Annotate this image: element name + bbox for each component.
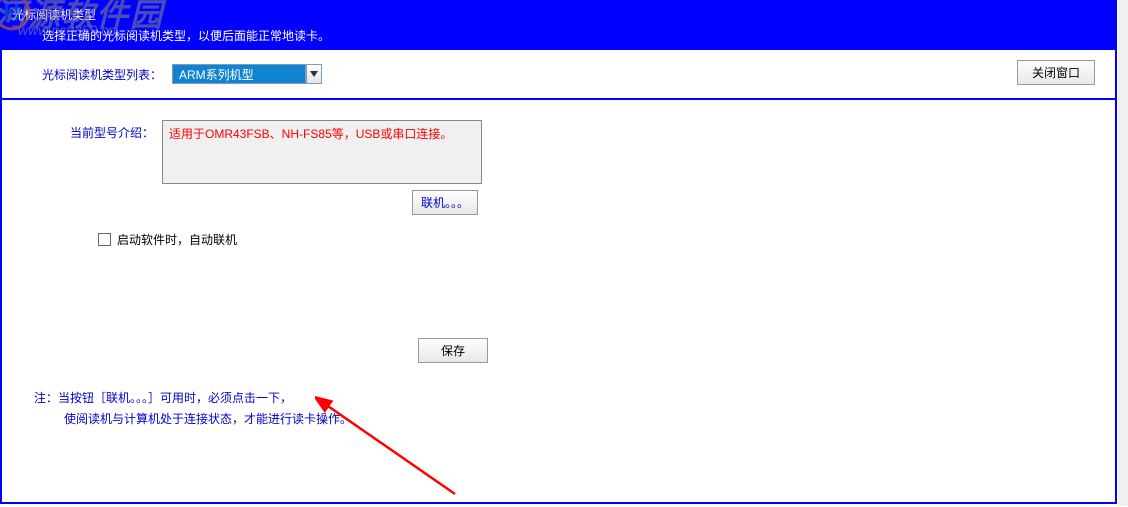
reader-type-label: 光标阅读机类型列表： bbox=[42, 66, 162, 83]
dropdown-selected-value: ARM系列机型 bbox=[172, 64, 306, 84]
auto-connect-row: 启动软件时，自动联机 bbox=[98, 231, 1105, 248]
note-line-1: 注：当按钮［联机。。。］可用时，必须点击一下， bbox=[34, 389, 1105, 406]
vertical-scrollbar[interactable] bbox=[1118, 0, 1128, 506]
auto-connect-label: 启动软件时，自动联机 bbox=[117, 231, 237, 248]
close-window-button[interactable]: 关闭窗口 bbox=[1017, 60, 1095, 85]
main-window: 光标阅读机类型 选择正确的光标阅读机类型，以便后面能正常地读卡。 光标阅读机类型… bbox=[0, 0, 1117, 504]
intro-row: 当前型号介绍： 适用于OMR43FSB、NH-FS85等，USB或串口连接。 bbox=[62, 120, 1105, 184]
auto-connect-checkbox[interactable] bbox=[98, 233, 111, 246]
save-button[interactable]: 保存 bbox=[418, 338, 488, 363]
model-intro-textbox[interactable]: 适用于OMR43FSB、NH-FS85等，USB或串口连接。 bbox=[162, 120, 482, 184]
connect-row: 联机。。。 bbox=[412, 190, 1105, 215]
reader-type-dropdown[interactable]: ARM系列机型 bbox=[172, 64, 322, 84]
chevron-down-icon[interactable] bbox=[306, 64, 322, 84]
save-row: 保存 bbox=[418, 338, 1105, 363]
note-line-2: 使阅读机与计算机处于连接状态，才能进行读卡操作。 bbox=[64, 410, 1105, 427]
window-subtitle: 选择正确的光标阅读机类型，以便后面能正常地读卡。 bbox=[42, 27, 1105, 44]
window-header: 光标阅读机类型 选择正确的光标阅读机类型，以便后面能正常地读卡。 bbox=[2, 2, 1115, 50]
window-title: 光标阅读机类型 bbox=[12, 6, 96, 23]
model-intro-label: 当前型号介绍： bbox=[62, 120, 154, 141]
connect-button[interactable]: 联机。。。 bbox=[412, 190, 478, 215]
content-area: 当前型号介绍： 适用于OMR43FSB、NH-FS85等，USB或串口连接。 联… bbox=[2, 100, 1115, 437]
note-text: 注：当按钮［联机。。。］可用时，必须点击一下， 使阅读机与计算机处于连接状态，才… bbox=[34, 389, 1105, 427]
toolbar: 光标阅读机类型列表： ARM系列机型 关闭窗口 bbox=[2, 50, 1115, 100]
model-intro-text: 适用于OMR43FSB、NH-FS85等，USB或串口连接。 bbox=[169, 127, 452, 141]
